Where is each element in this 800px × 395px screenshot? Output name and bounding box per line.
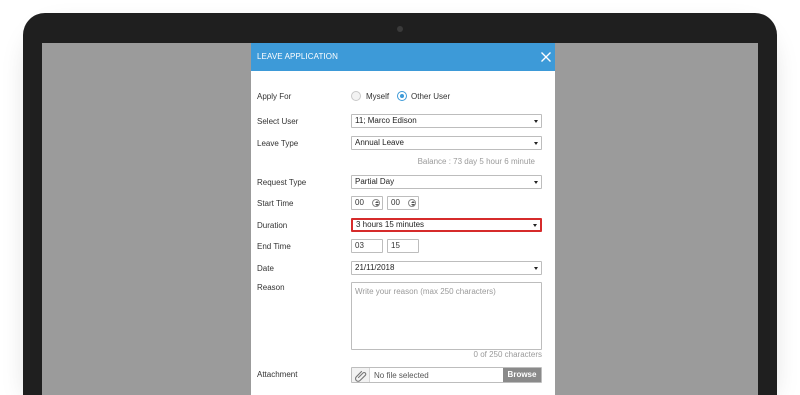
request-type-value: Partial Day — [355, 177, 395, 186]
apply-for-row: Apply For Myself Other User — [251, 89, 555, 103]
radio-other-user-label: Other User — [411, 92, 451, 101]
leave-type-label: Leave Type — [257, 139, 299, 148]
end-time-label: End Time — [257, 242, 291, 251]
select-user-label: Select User — [257, 117, 299, 126]
chevron-down-icon — [534, 120, 538, 123]
reason-label: Reason — [257, 283, 285, 292]
chevron-down-icon — [533, 224, 537, 227]
chevron-down-icon — [534, 267, 538, 270]
browse-button[interactable]: Browse — [503, 368, 541, 382]
attachment-file-input[interactable]: No file selected Browse — [351, 367, 542, 383]
start-minute-stepper[interactable]: 00 — [387, 196, 419, 210]
radio-other-user-circle[interactable] — [397, 91, 407, 101]
leave-type-value: Annual Leave — [355, 138, 404, 147]
request-type-row: Request Type Partial Day — [251, 175, 555, 189]
select-user-dropdown[interactable]: 11; Marco Edison — [351, 114, 542, 128]
start-hour-value: 00 — [355, 198, 364, 207]
leave-application-dialog: LEAVE APPLICATION Apply For Myself Other… — [251, 43, 555, 395]
attachment-file-text: No file selected — [374, 371, 429, 380]
end-hour-value: 03 — [355, 241, 364, 250]
select-user-value: 11; Marco Edison — [355, 116, 417, 125]
apply-for-label: Apply For — [257, 92, 292, 101]
stepper-arrows-icon[interactable] — [372, 199, 380, 207]
start-time-row: Start Time 00 00 — [251, 196, 555, 210]
leave-balance: Balance : 73 day 5 hour 6 minute — [417, 157, 535, 166]
duration-dropdown[interactable]: 3 hours 15 minutes — [351, 218, 542, 232]
chevron-down-icon — [534, 181, 538, 184]
attachment-label: Attachment — [257, 370, 298, 379]
date-label: Date — [257, 264, 274, 273]
end-hour-field: 03 — [351, 239, 383, 253]
end-minute-value: 15 — [391, 241, 400, 250]
reason-textarea[interactable]: Write your reason (max 250 characters) — [351, 282, 542, 350]
dialog-header: LEAVE APPLICATION — [251, 43, 555, 71]
duration-row: Duration 3 hours 15 minutes — [251, 218, 555, 232]
start-minute-value: 00 — [391, 198, 400, 207]
start-hour-stepper[interactable]: 00 — [351, 196, 383, 210]
reason-placeholder: Write your reason (max 250 characters) — [355, 287, 496, 296]
camera-icon — [397, 26, 403, 32]
end-time-row: End Time 03 15 — [251, 239, 555, 253]
start-time-label: Start Time — [257, 199, 294, 208]
request-type-label: Request Type — [257, 178, 307, 187]
date-value: 21/11/2018 — [355, 263, 395, 272]
duration-value: 3 hours 15 minutes — [356, 220, 425, 229]
screen-overlay: LEAVE APPLICATION Apply For Myself Other… — [42, 43, 758, 395]
date-dropdown[interactable]: 21/11/2018 — [351, 261, 542, 275]
end-minute-field: 15 — [387, 239, 419, 253]
dialog-title: LEAVE APPLICATION — [257, 52, 338, 61]
reason-char-count: 0 of 250 characters — [473, 350, 542, 359]
select-user-row: Select User 11; Marco Edison — [251, 114, 555, 128]
request-type-dropdown[interactable]: Partial Day — [351, 175, 542, 189]
leave-type-row: Leave Type Annual Leave — [251, 136, 555, 150]
leave-type-dropdown[interactable]: Annual Leave — [351, 136, 542, 150]
stepper-arrows-icon[interactable] — [408, 199, 416, 207]
radio-myself-circle[interactable] — [351, 91, 361, 101]
radio-myself-label: Myself — [366, 92, 390, 101]
close-icon[interactable] — [539, 48, 553, 62]
paperclip-icon — [352, 368, 370, 382]
chevron-down-icon — [534, 142, 538, 145]
date-row: Date 21/11/2018 — [251, 261, 555, 275]
duration-label: Duration — [257, 221, 288, 230]
